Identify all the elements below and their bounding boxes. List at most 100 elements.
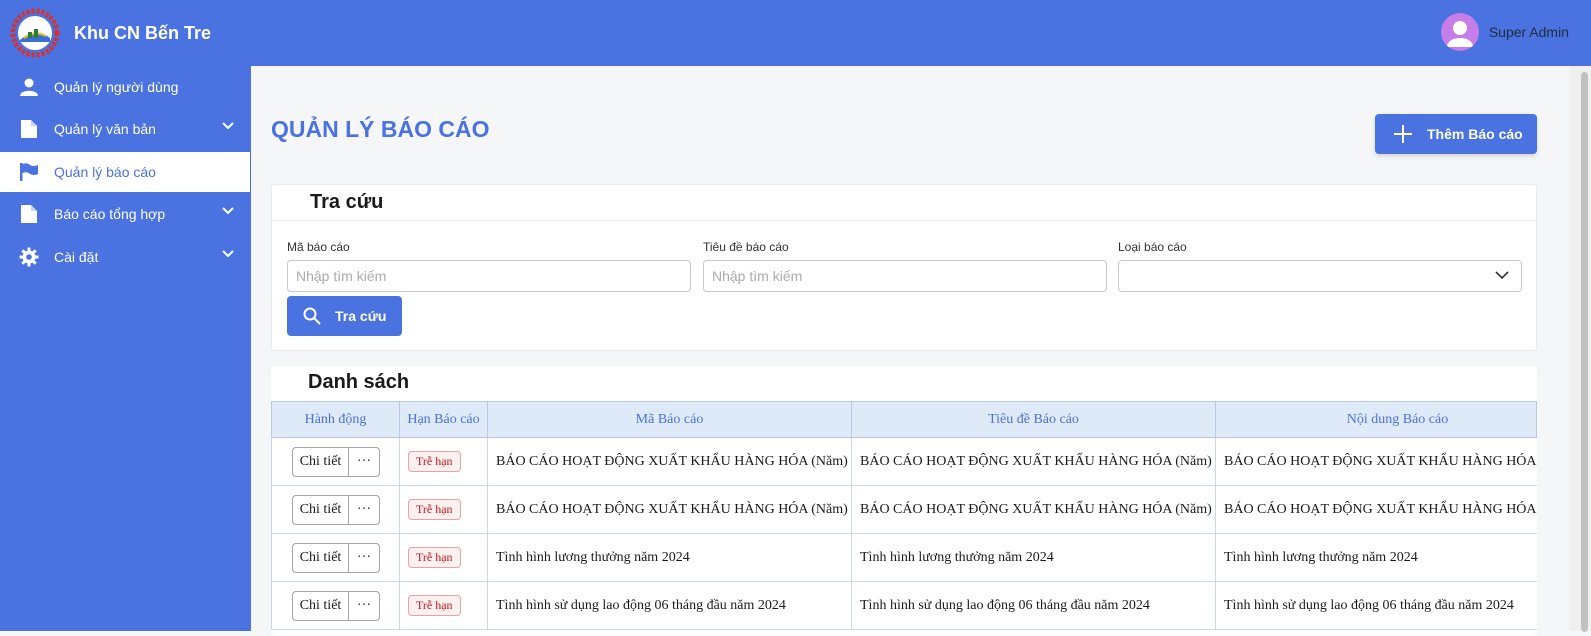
table-row: Chi tiết ··· Trễ hạn Tình hình lương thư… [271,534,1537,582]
cell-text: Tình hình sử dụng lao động 06 tháng đầu … [860,597,1150,613]
list-title: Danh sách [308,371,410,393]
cell-text: BÁO CÁO HOẠT ĐỘNG XUẤT KHẨU HÀNG HÓA (Nă… [496,453,848,469]
more-button[interactable]: ··· [349,592,379,620]
title-cell: BÁO CÁO HOẠT ĐỘNG XUẤT KHẨU HÀNG HÓA (Nă… [852,438,1216,485]
cell-text: BÁO CÁO HOẠT ĐỘNG XUẤT KHẨU HÀNG HÓA (Nă… [860,453,1212,469]
vertical-scrollbar[interactable] [1569,66,1591,632]
more-button[interactable]: ··· [349,496,379,524]
add-report-label: Thêm Báo cáo [1427,126,1523,142]
chevron-down-icon [1495,271,1509,280]
search-title: Tra cứu [310,191,384,213]
report-code-label: Mã báo cáo [287,240,350,254]
sidebar-item-settings[interactable]: Cài đặt [0,237,250,277]
gear-icon [18,246,40,268]
column-header[interactable]: Hành động [272,402,400,438]
action-cell: Chi tiết ··· [272,486,400,533]
sidebar-item-summary-reports[interactable]: Báo cáo tổng hợp [0,194,250,234]
report-code-input[interactable]: Nhập tìm kiếm [287,260,691,292]
scrollbar-thumb[interactable] [1581,72,1588,632]
content-cell: Tình hình lương thưởng năm 2024 [1216,534,1537,581]
code-cell: Tình hình lương thưởng năm 2024 [488,534,852,581]
more-button[interactable]: ··· [349,544,379,572]
user-icon [18,76,40,98]
code-cell: Tình hình sử dụng lao động 06 tháng đầu … [488,582,852,629]
report-type-label: Loại báo cáo [1118,240,1187,254]
deadline-cell: Trễ hạn [400,438,488,485]
sidebar-item-label: Quản lý người dùng [54,79,179,95]
cell-text: Tình hình sử dụng lao động 06 tháng đầu … [1224,597,1514,613]
deadline-cell: Trễ hạn [400,486,488,533]
column-header[interactable]: Mã Báo cáo [488,402,852,438]
action-cell: Chi tiết ··· [272,582,400,629]
document-icon [18,203,40,225]
action-group: Chi tiết ··· [292,542,380,573]
action-group: Chi tiết ··· [292,590,380,621]
more-button[interactable]: ··· [349,448,379,476]
table-row: Chi tiết ··· Trễ hạn BÁO CÁO HOẠT ĐỘNG X… [271,438,1537,486]
cell-text: Tình hình lương thưởng năm 2024 [860,549,1054,565]
list-panel: Danh sách Hành động Hạn Báo cáo Mã Báo c… [271,366,1537,636]
detail-button[interactable]: Chi tiết [293,495,349,524]
title-cell: BÁO CÁO HOẠT ĐỘNG XUẤT KHẨU HÀNG HÓA (Nă… [852,486,1216,533]
action-cell: Chi tiết ··· [272,534,400,581]
search-button[interactable]: Tra cứu [287,296,402,336]
action-cell: Chi tiết ··· [272,438,400,485]
cell-text: BÁO CÁO HOẠT ĐỘNG XUẤT KHẨU HÀNG HÓA (Nă… [860,501,1212,517]
cell-text: Tình hình sử dụng lao động 06 tháng đầu … [496,597,786,613]
table-row: Chi tiết ··· Trễ hạn Tình hình sử dụng l… [271,582,1537,630]
status-badge: Trễ hạn [408,547,461,568]
status-badge: Trễ hạn [408,499,461,520]
status-badge: Trễ hạn [408,451,461,472]
report-table: Hành động Hạn Báo cáo Mã Báo cáo Tiêu đề… [271,401,1537,636]
column-header[interactable]: Nội dung Báo cáo [1216,402,1537,438]
cell-text: BÁO CÁO HOẠT ĐỘNG XUẤT KHẨU HÀNG HÓA (Nă… [1224,453,1537,469]
brand-title: Khu CN Bến Tre [74,22,212,43]
table-header: Hành động Hạn Báo cáo Mã Báo cáo Tiêu đề… [271,401,1537,438]
deadline-cell: Trễ hạn [400,534,488,581]
action-group: Chi tiết ··· [292,494,380,525]
detail-button[interactable]: Chi tiết [293,543,349,572]
code-cell: BÁO CÁO HOẠT ĐỘNG XUẤT KHẨU HÀNG HÓA (Nă… [488,438,852,485]
code-cell: BÁO CÁO HOẠT ĐỘNG XUẤT KHẨU HÀNG HÓA (Nă… [488,486,852,533]
cell-text: Tình hình lương thưởng năm 2024 [1224,549,1418,565]
detail-button[interactable]: Chi tiết [293,447,349,476]
report-code-placeholder: Nhập tìm kiếm [296,268,387,284]
report-title-placeholder: Nhập tìm kiếm [712,268,803,284]
avatar[interactable] [1440,13,1479,51]
divider [272,220,1536,221]
main-content: QUẢN LÝ BÁO CÁO Thêm Báo cáo Tra cứu Mã … [251,66,1569,636]
topbar: Super Admin [251,0,1591,66]
chevron-down-icon [222,250,234,258]
cell-text: BÁO CÁO HOẠT ĐỘNG XUẤT KHẨU HÀNG HÓA (Nă… [496,501,848,517]
search-panel: Tra cứu Mã báo cáo Nhập tìm kiếm Tiêu đề… [271,184,1537,351]
sidebar: Khu CN Bến Tre Quản lý người dùng Quản l… [0,0,251,631]
sidebar-item-label: Quản lý văn bản [54,121,156,137]
column-header[interactable]: Hạn Báo cáo [400,402,488,438]
title-cell: Tình hình lương thưởng năm 2024 [852,534,1216,581]
detail-button[interactable]: Chi tiết [293,591,349,620]
document-icon [18,118,40,140]
search-icon [303,307,321,325]
user-menu[interactable]: Super Admin [1440,13,1569,51]
user-name: Super Admin [1488,24,1569,40]
brand[interactable]: Khu CN Bến Tre [0,0,251,66]
add-report-button[interactable]: Thêm Báo cáo [1375,114,1537,154]
content-cell: BÁO CÁO HOẠT ĐỘNG XUẤT KHẨU HÀNG HÓA (Nă… [1216,486,1537,533]
sidebar-item-reports[interactable]: Quản lý báo cáo [0,152,250,192]
flag-icon [18,161,40,183]
content-cell: Tình hình sử dụng lao động 06 tháng đầu … [1216,582,1537,629]
sidebar-item-users[interactable]: Quản lý người dùng [0,67,250,107]
sidebar-item-documents[interactable]: Quản lý văn bản [0,109,250,149]
report-title-input[interactable]: Nhập tìm kiếm [703,260,1107,292]
search-button-label: Tra cứu [335,308,387,324]
column-header[interactable]: Tiêu đề Báo cáo [852,402,1216,438]
report-title-label: Tiêu đề báo cáo [703,240,789,254]
content-cell: BÁO CÁO HOẠT ĐỘNG XUẤT KHẨU HÀNG HÓA (Nă… [1216,438,1537,485]
report-type-select[interactable] [1118,260,1522,292]
page-title: QUẢN LÝ BÁO CÁO [271,116,490,142]
title-cell: Tình hình sử dụng lao động 06 tháng đầu … [852,582,1216,629]
cell-text: Tình hình lương thưởng năm 2024 [496,549,690,565]
sidebar-item-label: Quản lý báo cáo [54,164,156,180]
action-group: Chi tiết ··· [292,446,380,477]
cell-text: BÁO CÁO HOẠT ĐỘNG XUẤT KHẨU HÀNG HÓA (Nă… [1224,501,1537,517]
